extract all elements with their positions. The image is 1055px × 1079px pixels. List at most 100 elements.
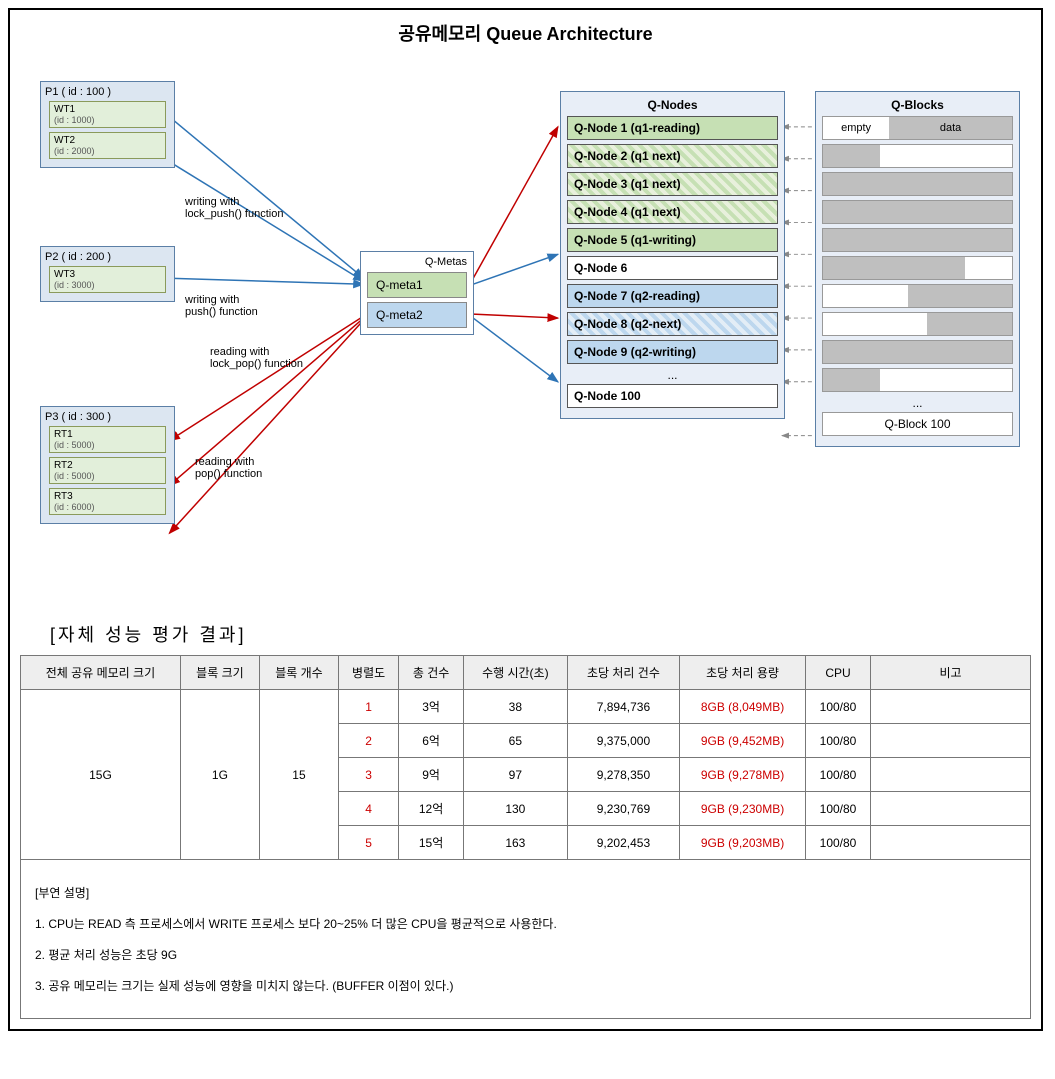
cell-thr: 9GB (9,452MB) [680, 724, 806, 758]
q-block-100-label: Q-Block 100 [884, 417, 950, 431]
thread-rt3-id: (id : 6000) [54, 502, 161, 512]
q-block-6 [822, 284, 1013, 308]
thread-rt1-id: (id : 5000) [54, 440, 161, 450]
th-tps: 초당 처리 건수 [567, 656, 679, 690]
cell-tps: 9,375,000 [567, 724, 679, 758]
q-meta2: Q-meta2 [367, 302, 467, 328]
cell-time: 65 [463, 724, 567, 758]
cell-tps: 9,278,350 [567, 758, 679, 792]
th-parallel: 병렬도 [338, 656, 398, 690]
anno-write-push: writing with push() function [185, 294, 258, 318]
cell-note [871, 690, 1031, 724]
thread-wt2: WT2 (id : 2000) [49, 132, 166, 159]
cell-total: 3억 [399, 690, 464, 724]
note-2: 2. 평균 처리 성능은 초당 9G [35, 946, 1016, 963]
q-block-1 [822, 144, 1013, 168]
cell-parallel: 2 [338, 724, 398, 758]
q-node-6: Q-Node 6 [567, 256, 778, 280]
q-block-header-data: data [889, 117, 1012, 139]
q-block-header-empty: empty [823, 117, 889, 139]
cell-time: 38 [463, 690, 567, 724]
th-block-count: 블록 개수 [259, 656, 338, 690]
architecture-diagram: P1 ( id : 100 ) WT1 (id : 1000) WT2 (id … [20, 56, 1031, 611]
cell-note [871, 826, 1031, 860]
thread-rt2: RT2 (id : 5000) [49, 457, 166, 484]
cell-total: 12억 [399, 792, 464, 826]
cell-cpu: 100/80 [805, 758, 870, 792]
q-block-2 [822, 172, 1013, 196]
process-p1: P1 ( id : 100 ) WT1 (id : 1000) WT2 (id … [40, 81, 175, 168]
thread-rt1-name: RT1 [54, 429, 161, 440]
cell-parallel: 4 [338, 792, 398, 826]
thread-rt3: RT3 (id : 6000) [49, 488, 166, 515]
process-p2-label: P2 ( id : 200 ) [45, 251, 170, 263]
cell-note [871, 758, 1031, 792]
thread-rt2-name: RT2 [54, 460, 161, 471]
th-total-mem: 전체 공유 메모리 크기 [21, 656, 181, 690]
notes-box: [부연 설명] 1. CPU는 READ 측 프로세스에서 WRITE 프로세스… [20, 860, 1031, 1019]
thread-wt1-id: (id : 1000) [54, 115, 161, 125]
cell-total_mem: 15G [21, 690, 181, 860]
cell-total: 9억 [399, 758, 464, 792]
table-row: 15G1G1513억387,894,7368GB (8,049MB)100/80 [21, 690, 1031, 724]
cell-total: 15억 [399, 826, 464, 860]
q-nodes-title: Q-Nodes [567, 98, 778, 112]
q-node-7: Q-Node 7 (q2-reading) [567, 284, 778, 308]
q-node-1: Q-Node 1 (q1-reading) [567, 116, 778, 140]
cell-thr: 9GB (9,230MB) [680, 792, 806, 826]
q-metas-title: Q-Metas [367, 256, 467, 268]
table-header-row: 전체 공유 메모리 크기 블록 크기 블록 개수 병렬도 총 건수 수행 시간(… [21, 656, 1031, 690]
q-node-100: Q-Node 100 [567, 384, 778, 408]
cell-thr: 8GB (8,049MB) [680, 690, 806, 724]
th-time: 수행 시간(초) [463, 656, 567, 690]
q-block-5 [822, 256, 1013, 280]
q-meta1: Q-meta1 [367, 272, 467, 298]
cell-thr: 9GB (9,278MB) [680, 758, 806, 792]
th-block-size: 블록 크기 [180, 656, 259, 690]
thread-wt2-id: (id : 2000) [54, 146, 161, 156]
th-thr: 초당 처리 용량 [680, 656, 806, 690]
cell-parallel: 1 [338, 690, 398, 724]
q-blocks-panel: Q-Blocks empty data ... Q-Block 100 [815, 91, 1020, 447]
th-note: 비고 [871, 656, 1031, 690]
q-block-header: empty data [822, 116, 1013, 140]
q-metas-box: Q-Metas Q-meta1 Q-meta2 [360, 251, 474, 335]
cell-time: 163 [463, 826, 567, 860]
q-node-8: Q-Node 8 (q2-next) [567, 312, 778, 336]
q-block-3 [822, 200, 1013, 224]
q-block-100: Q-Block 100 [822, 412, 1013, 436]
q-nodes-ellipsis: ... [567, 368, 778, 382]
note-1: 1. CPU는 READ 측 프로세스에서 WRITE 프로세스 보다 20~2… [35, 915, 1016, 932]
cell-tps: 9,202,453 [567, 826, 679, 860]
th-total: 총 건수 [399, 656, 464, 690]
cell-thr: 9GB (9,203MB) [680, 826, 806, 860]
thread-wt3-name: WT3 [54, 269, 161, 280]
cell-note [871, 792, 1031, 826]
anno-read-lockpop: reading with lock_pop() function [210, 346, 303, 370]
q-blocks-title: Q-Blocks [822, 98, 1013, 112]
performance-table: 전체 공유 메모리 크기 블록 크기 블록 개수 병렬도 총 건수 수행 시간(… [20, 655, 1031, 860]
cell-cpu: 100/80 [805, 690, 870, 724]
q-node-4: Q-Node 4 (q1 next) [567, 200, 778, 224]
document-frame: 공유메모리 Queue Architecture [8, 8, 1043, 1031]
thread-wt1: WT1 (id : 1000) [49, 101, 166, 128]
thread-wt3-id: (id : 3000) [54, 280, 161, 290]
process-p2: P2 ( id : 200 ) WT3 (id : 3000) [40, 246, 175, 302]
cell-cpu: 100/80 [805, 724, 870, 758]
thread-wt2-name: WT2 [54, 135, 161, 146]
q-node-9: Q-Node 9 (q2-writing) [567, 340, 778, 364]
cell-block_count: 15 [259, 690, 338, 860]
th-cpu: CPU [805, 656, 870, 690]
thread-wt3: WT3 (id : 3000) [49, 266, 166, 293]
cell-time: 130 [463, 792, 567, 826]
diagram-title: 공유메모리 Queue Architecture [20, 20, 1031, 46]
section-title: [자체 성능 평가 결과] [50, 621, 1031, 647]
process-p3-label: P3 ( id : 300 ) [45, 411, 170, 423]
q-nodes-panel: Q-Nodes Q-Node 1 (q1-reading) Q-Node 2 (… [560, 91, 785, 419]
thread-rt1: RT1 (id : 5000) [49, 426, 166, 453]
thread-wt1-name: WT1 [54, 104, 161, 115]
cell-note [871, 724, 1031, 758]
anno-read-pop: reading with pop() function [195, 456, 262, 480]
cell-tps: 9,230,769 [567, 792, 679, 826]
process-p1-label: P1 ( id : 100 ) [45, 86, 170, 98]
